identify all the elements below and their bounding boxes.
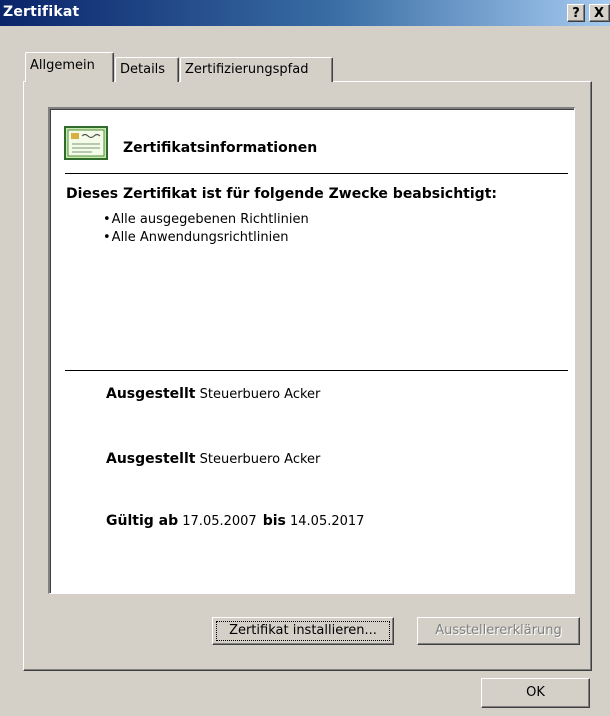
issued-to-row: Ausgestellt Steuerbuero Acker	[106, 386, 320, 402]
tab-general[interactable]: Allgemein	[25, 52, 114, 82]
window-title: Zertifikat	[3, 4, 80, 20]
tab-details[interactable]: Details	[115, 57, 179, 82]
valid-to-value: 14.05.2017	[290, 514, 365, 529]
issued-by-row: Ausgestellt Steuerbuero Acker	[106, 451, 320, 467]
purpose-item: Alle Anwendungsrichtlinien	[103, 229, 309, 247]
divider	[65, 173, 568, 174]
tab-certification-path[interactable]: Zertifizierungspfad	[180, 57, 333, 82]
issued-to-value: Steuerbuero Acker	[199, 387, 321, 402]
valid-from-label: Gültig ab	[106, 513, 179, 529]
divider	[65, 370, 568, 371]
issuer-statement-button: Ausstellererklärung	[417, 617, 580, 645]
valid-to-label: bis	[262, 513, 286, 529]
validity-row: Gültig ab 17.05.2007 bis 14.05.2017	[106, 513, 364, 529]
issued-by-label: Ausgestellt	[106, 451, 196, 467]
install-certificate-label: Zertifikat installieren...	[216, 621, 390, 641]
issued-by-value: Steuerbuero Acker	[199, 452, 321, 467]
purpose-item: Alle ausgegebenen Richtlinien	[103, 211, 309, 229]
ok-button[interactable]: OK	[481, 678, 590, 708]
install-certificate-button[interactable]: Zertifikat installieren...	[212, 617, 394, 645]
valid-from-value: 17.05.2007	[182, 514, 257, 529]
close-button[interactable]: X	[589, 4, 610, 22]
title-bar: Zertifikat ? X	[0, 0, 610, 26]
purpose-heading: Dieses Zertifikat ist für folgende Zweck…	[66, 186, 497, 202]
purpose-list: Alle ausgegebenen Richtlinien Alle Anwen…	[103, 211, 309, 247]
help-button[interactable]: ?	[567, 4, 585, 22]
certificate-icon	[64, 126, 108, 160]
info-title: Zertifikatsinformationen	[123, 140, 318, 156]
issued-to-label: Ausgestellt	[106, 386, 196, 402]
